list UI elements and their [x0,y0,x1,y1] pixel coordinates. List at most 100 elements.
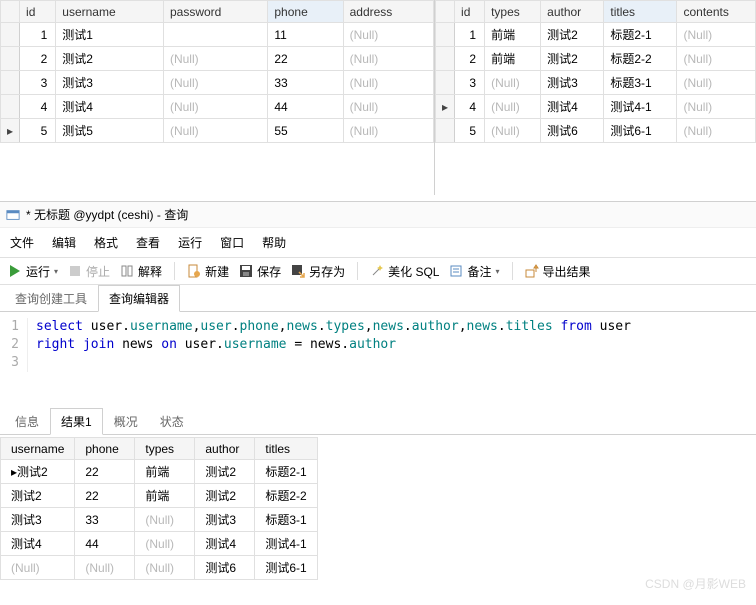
cell[interactable]: (Null) [485,119,541,143]
tab-status[interactable]: 状态 [149,408,195,435]
cell[interactable]: 测试3 [195,508,255,532]
cell[interactable]: (Null) [343,119,433,143]
cell[interactable]: (Null) [485,71,541,95]
cell[interactable]: 标题2-2 [604,47,677,71]
cell[interactable]: (Null) [343,23,433,47]
cell[interactable]: 5 [455,119,485,143]
cell[interactable]: 33 [268,71,343,95]
tab-result1[interactable]: 结果1 [50,408,103,435]
cell[interactable]: 测试3 [56,71,164,95]
cell[interactable]: (Null) [677,23,756,47]
cell[interactable]: 11 [268,23,343,47]
table-row[interactable]: 2测试2(Null)22(Null) [1,47,434,71]
cell[interactable]: 测试1 [56,23,164,47]
cell[interactable]: (Null) [135,508,195,532]
cell[interactable]: (Null) [1,556,75,580]
cell[interactable]: (Null) [485,95,541,119]
cell[interactable]: 测试4 [541,95,604,119]
tab-query-editor[interactable]: 查询编辑器 [98,285,180,312]
table-row[interactable]: ▸5测试5(Null)55(Null) [1,119,434,143]
menu-edit[interactable]: 编辑 [52,234,76,251]
cell[interactable]: (Null) [163,95,267,119]
user-table[interactable]: idusernamepasswordphoneaddress1测试111(Nul… [0,0,434,143]
column-header[interactable]: author [195,438,255,460]
cell[interactable]: 测试2 [195,484,255,508]
cell[interactable]: 1 [20,23,56,47]
cell[interactable]: 测试2 [56,47,164,71]
cell[interactable]: (Null) [163,47,267,71]
cell[interactable]: (Null) [343,71,433,95]
table-row[interactable]: 3(Null)测试3标题3-1(Null) [436,71,756,95]
cell[interactable]: 22 [268,47,343,71]
column-header[interactable]: id [455,1,485,23]
cell[interactable]: 4 [20,95,56,119]
result-row[interactable]: 测试222前端测试2标题2-2 [1,484,318,508]
cell[interactable]: 标题2-1 [604,23,677,47]
result-row[interactable]: 测试333(Null)测试3标题3-1 [1,508,318,532]
menu-window[interactable]: 窗口 [220,234,244,251]
beautify-button[interactable]: 美化 SQL [370,263,439,280]
column-header[interactable]: username [1,438,75,460]
cell[interactable]: 前端 [135,484,195,508]
table-row[interactable]: 1前端测试2标题2-1(Null) [436,23,756,47]
cell[interactable]: (Null) [163,71,267,95]
cell[interactable]: 测试6-1 [255,556,317,580]
cell[interactable]: 测试5 [56,119,164,143]
cell[interactable]: 2 [455,47,485,71]
column-header[interactable]: password [163,1,267,23]
result-row[interactable]: 测试444(Null)测试4测试4-1 [1,532,318,556]
table-row[interactable]: 5(Null)测试6测试6-1(Null) [436,119,756,143]
column-header[interactable]: phone [268,1,343,23]
cell[interactable]: 3 [20,71,56,95]
table-row[interactable]: 4测试4(Null)44(Null) [1,95,434,119]
cell[interactable]: (Null) [163,119,267,143]
saveas-button[interactable]: 另存为 [291,263,345,280]
column-header[interactable]: phone [75,438,135,460]
menu-view[interactable]: 查看 [136,234,160,251]
tab-info[interactable]: 信息 [4,408,50,435]
cell[interactable]: 前端 [485,23,541,47]
cell[interactable]: 标题2-1 [255,460,317,484]
cell[interactable]: (Null) [343,95,433,119]
cell[interactable]: 测试3 [1,508,75,532]
sql-editor[interactable]: 1select user.username,user.phone,news.ty… [0,312,756,378]
column-header[interactable]: username [56,1,164,23]
cell[interactable]: 测试4 [195,532,255,556]
news-table[interactable]: idtypesauthortitlescontents1前端测试2标题2-1(N… [435,0,756,143]
cell[interactable]: 测试2 [541,23,604,47]
cell[interactable]: 测试3 [541,71,604,95]
cell[interactable]: (Null) [677,71,756,95]
cell[interactable]: 33 [75,508,135,532]
cell[interactable]: 标题3-1 [604,71,677,95]
cell[interactable]: 测试6-1 [604,119,677,143]
cell[interactable]: 2 [20,47,56,71]
cell[interactable]: 前端 [135,460,195,484]
cell[interactable]: 44 [75,532,135,556]
menu-run[interactable]: 运行 [178,234,202,251]
cell[interactable]: (Null) [677,95,756,119]
column-header[interactable]: titles [255,438,317,460]
cell[interactable]: (Null) [75,556,135,580]
table-row[interactable]: ▸4(Null)测试4测试4-1(Null) [436,95,756,119]
cell[interactable]: 标题3-1 [255,508,317,532]
cell[interactable]: 22 [75,484,135,508]
note-button[interactable]: 备注 ▾ [449,263,499,280]
cell[interactable] [163,23,267,47]
cell[interactable]: 测试2 [1,484,75,508]
cell[interactable]: 测试6 [195,556,255,580]
cell[interactable]: 44 [268,95,343,119]
cell[interactable]: 测试4 [1,532,75,556]
table-row[interactable]: 2前端测试2标题2-2(Null) [436,47,756,71]
column-header[interactable]: types [485,1,541,23]
cell[interactable]: ▸测试2 [1,460,75,484]
cell[interactable]: (Null) [343,47,433,71]
tab-query-builder[interactable]: 查询创建工具 [4,285,98,312]
cell[interactable]: 标题2-2 [255,484,317,508]
column-header[interactable]: titles [604,1,677,23]
cell[interactable]: 测试4-1 [604,95,677,119]
cell[interactable]: 22 [75,460,135,484]
tab-profile[interactable]: 概况 [103,408,149,435]
cell[interactable]: 测试2 [541,47,604,71]
result-table[interactable]: usernamephonetypesauthortitles▸测试222前端测试… [0,437,318,580]
menu-format[interactable]: 格式 [94,234,118,251]
